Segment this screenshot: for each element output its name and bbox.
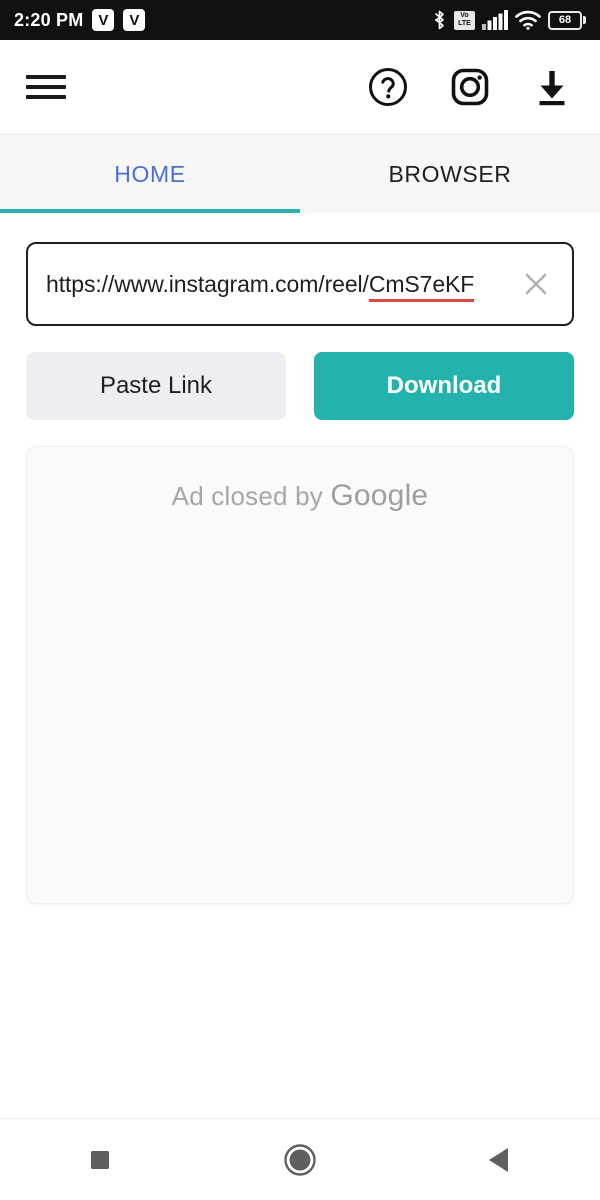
- url-input-field[interactable]: https://www.instagram.com/reel/CmS7eKF: [26, 242, 574, 326]
- volte-status-icon: Vo LTE: [454, 10, 475, 30]
- status-bar-left: 2:20 PM V V: [14, 9, 146, 31]
- action-button-row: Paste Link Download: [26, 352, 574, 420]
- nav-recents-button[interactable]: [0, 1119, 200, 1200]
- app-bar: [0, 40, 600, 135]
- help-button[interactable]: [366, 65, 410, 109]
- status-bar: 2:20 PM V V Vo LTE 68: [0, 0, 600, 40]
- ad-closed-message: Ad closed by Google: [172, 479, 429, 903]
- battery-indicator: 68: [548, 10, 586, 30]
- status-bar-right: Vo LTE 68: [432, 9, 586, 31]
- volte-sim1-badge: V: [92, 9, 115, 31]
- hamburger-line-1: [26, 75, 66, 79]
- hamburger-line-2: [26, 85, 66, 89]
- ad-container: Ad closed by Google: [26, 446, 574, 904]
- square-recents-icon: [87, 1147, 113, 1173]
- url-shortcode: CmS7eKF: [368, 270, 474, 302]
- download-button[interactable]: Download: [314, 352, 574, 420]
- downloads-button[interactable]: [530, 65, 574, 109]
- status-clock: 2:20 PM: [14, 9, 84, 30]
- battery-cap: [583, 16, 586, 24]
- nav-home-button[interactable]: [200, 1119, 400, 1200]
- instagram-button[interactable]: [448, 65, 492, 109]
- url-prefix: https://www.instagram.com/reel/: [46, 270, 369, 297]
- tab-browser-label: BROWSER: [388, 160, 512, 187]
- close-icon: [521, 269, 551, 299]
- download-icon: [531, 66, 573, 108]
- url-input-text-wrap[interactable]: https://www.instagram.com/reel/CmS7eKF: [46, 264, 514, 304]
- wifi-icon: [515, 10, 541, 30]
- circle-home-icon: [283, 1143, 317, 1177]
- tab-browser[interactable]: BROWSER: [300, 135, 600, 213]
- triangle-back-icon: [486, 1145, 514, 1175]
- question-circle-icon: [367, 66, 409, 108]
- cellular-signal-icon: [482, 10, 508, 30]
- hamburger-menu-icon[interactable]: [26, 72, 66, 102]
- hamburger-line-3: [26, 95, 66, 99]
- clear-url-button[interactable]: [514, 262, 558, 306]
- bluetooth-icon: [432, 9, 447, 31]
- google-brand-label: Google: [330, 479, 429, 512]
- tab-home-label: HOME: [114, 160, 186, 187]
- app-bar-actions: [366, 65, 574, 109]
- android-nav-bar: [0, 1118, 600, 1200]
- main-content: https://www.instagram.com/reel/CmS7eKF P…: [0, 213, 600, 1118]
- volte-sim2-badge: V: [123, 9, 146, 31]
- paste-link-button[interactable]: Paste Link: [26, 352, 286, 420]
- tab-bar: HOME BROWSER: [0, 135, 600, 213]
- nav-back-button[interactable]: [400, 1119, 600, 1200]
- phone-screen: 2:20 PM V V Vo LTE 68 HOME BROWSER https…: [0, 0, 600, 1200]
- url-input-value: https://www.instagram.com/reel/CmS7eKF: [46, 270, 474, 302]
- instagram-icon: [449, 66, 491, 108]
- tab-home[interactable]: HOME: [0, 135, 300, 213]
- ad-closed-text: Ad closed by: [171, 481, 331, 511]
- battery-level-label: 68: [548, 10, 582, 30]
